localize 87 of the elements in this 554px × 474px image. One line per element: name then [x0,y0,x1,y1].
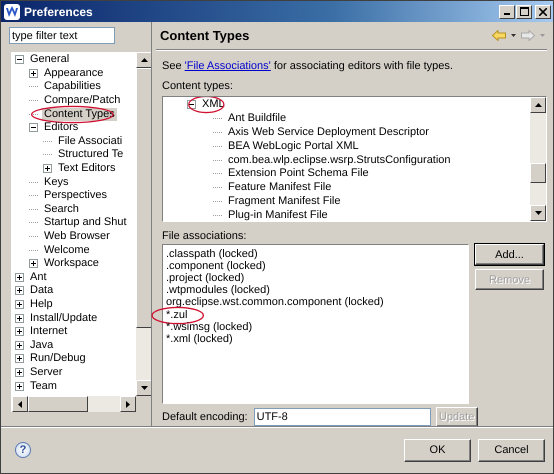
expand-icon[interactable] [15,368,24,377]
scroll-thumb[interactable] [28,396,88,412]
file-association-item[interactable]: .classpath (locked) [165,248,259,261]
close-button[interactable] [535,4,551,18]
horizontal-scrollbar[interactable] [12,396,152,412]
tree-item[interactable]: Ant [28,270,49,284]
tree-item[interactable]: Internet [28,325,70,338]
down-arrow-icon [140,386,148,390]
filter-field[interactable]: type filter text [9,27,115,44]
scroll-thumb[interactable] [136,68,152,328]
tree-item[interactable]: Plug-in Manifest File [226,208,330,221]
tree-item[interactable]: Server [28,366,64,379]
tree-item[interactable]: Capabilities [42,80,103,94]
up-arrow-icon [534,103,542,107]
expand-icon[interactable] [15,300,24,309]
expand-icon[interactable] [15,314,24,323]
tree-item[interactable]: com.bea.wlp.eclipse.wsrp.StrutsConfiguration [226,154,453,167]
up-arrow-icon [140,58,148,62]
tree-item[interactable]: Welcome [42,244,92,257]
left-arrow-icon [18,400,22,408]
app-icon [4,4,20,20]
minimize-icon [504,13,510,15]
tree-item[interactable]: Text Editors [56,162,118,176]
default-encoding-label: Default encoding: [162,411,248,423]
tree-item[interactable]: Editors [42,121,80,134]
file-association-item[interactable]: *.wsimsg (locked) [165,320,254,334]
expand-icon[interactable] [15,354,24,364]
right-arrow-icon [126,400,130,408]
expand-icon[interactable] [29,259,38,268]
tree-item[interactable]: Fragment Manifest File [226,194,342,208]
minimize-button[interactable] [499,4,515,18]
expand-icon[interactable] [15,272,24,282]
vertical-scrollbar[interactable] [530,97,546,221]
tree-item[interactable]: Java [28,338,56,352]
intro-text: See 'File Associations' for associating editors with file types. [162,60,454,72]
tree-item[interactable]: Extension Point Schema File [226,167,371,180]
tree-item[interactable]: Help [28,298,55,311]
file-association-item[interactable]: *.xml (locked) [165,332,234,346]
maximize-button[interactable] [516,4,532,18]
scrollbar-corner [136,396,152,412]
tree-item[interactable]: Web Browser [42,230,112,244]
dropdown-icon[interactable] [511,34,516,37]
scroll-thumb[interactable] [530,162,546,182]
file-association-item[interactable]: org.eclipse.wst.common.component (locked) [165,296,385,310]
collapse-icon[interactable] [29,123,38,132]
tree-item[interactable]: Team [28,380,59,393]
ok-button[interactable]: OK [404,438,471,462]
tree-item[interactable]: Appearance [42,66,106,80]
tree-item[interactable]: General [28,53,72,66]
tree-item[interactable]: BEA WebLogic Portal XML [226,140,361,153]
down-arrow-icon [534,211,542,215]
tree-item[interactable]: Search [42,202,81,216]
tree-item[interactable]: Ant Buildfile [226,112,288,126]
tree-item[interactable]: Feature Manifest File [226,181,334,194]
content-types-label: Content types: [162,80,234,92]
collapse-icon[interactable] [15,55,24,64]
tree-item[interactable]: Workspace [42,257,101,270]
vertical-scrollbar[interactable] [136,52,152,396]
encoding-field[interactable]: UTF-8 [254,408,431,426]
tree-item[interactable]: Compare/Patch [42,94,122,108]
expand-icon[interactable] [15,340,24,350]
cancel-button[interactable]: Cancel [478,438,545,462]
maximize-icon [520,7,528,16]
file-association-item[interactable]: .component (locked) [165,260,267,273]
tree-item[interactable]: Structured Te [56,148,126,162]
file-associations-label: File associations: [162,230,248,242]
expand-icon[interactable] [15,286,24,296]
expand-icon[interactable] [29,68,38,78]
tree-item[interactable]: Axis Web Service Deployment Descriptor [226,126,431,139]
window-title: Preferences [24,4,94,18]
file-association-item[interactable]: .project (locked) [165,272,246,285]
expand-icon[interactable] [43,164,52,174]
tree-item[interactable]: Startup and Shut [42,216,129,230]
file-associations-link[interactable]: 'File Associations' [184,60,271,72]
page-title: Content Types [160,28,250,43]
tree-item[interactable]: Perspectives [42,189,109,202]
tree-item[interactable]: Run/Debug [28,352,88,366]
expand-icon[interactable] [15,327,24,336]
close-icon [539,8,547,16]
help-icon[interactable]: ? [15,442,31,458]
tree-item[interactable]: Data [28,284,56,298]
tree-item[interactable]: File Associati [56,134,124,148]
add-button[interactable]: Add... [475,244,544,265]
expand-icon[interactable] [15,382,24,391]
file-association-item[interactable]: .wtpmodules (locked) [165,284,271,298]
tree-item[interactable]: Install/Update [28,312,100,325]
tree-item[interactable]: Keys [42,176,70,189]
